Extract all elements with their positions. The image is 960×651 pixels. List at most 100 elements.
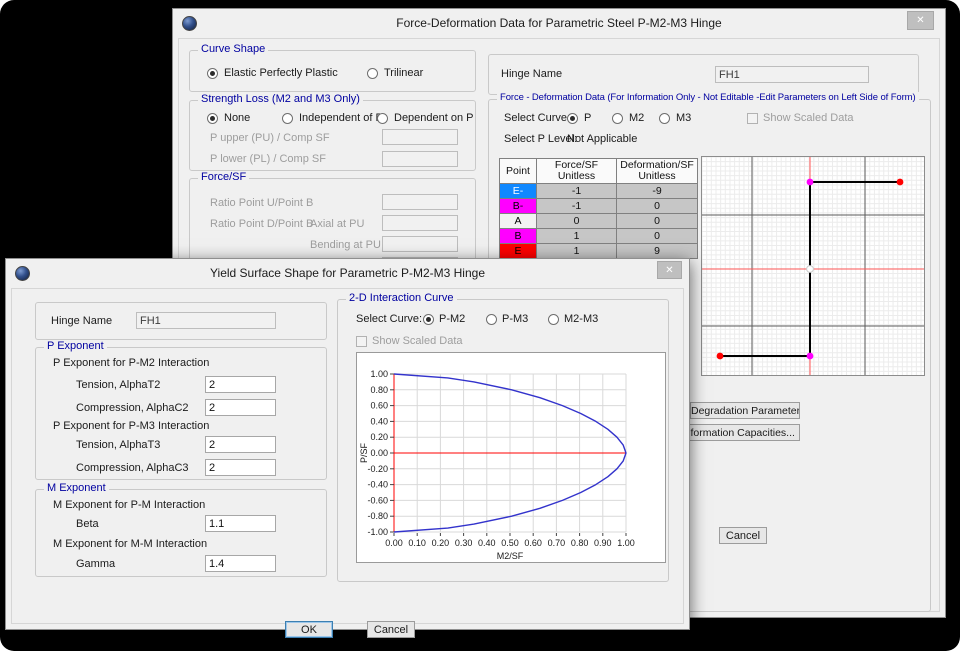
compression-alphac2-label: Compression, AlphaC2 <box>76 402 189 414</box>
tension-alphat2-field[interactable] <box>205 376 276 393</box>
curve-shape-group: Curve Shape Elastic Perfectly Plastic Tr… <box>189 50 476 92</box>
deformation-capacities-button[interactable]: Deformation Capacities... <box>672 424 800 441</box>
table-row: B 1 0 <box>500 229 698 244</box>
interaction-curve-legend: 2-D Interaction Curve <box>346 292 457 304</box>
tension-alphat3-field[interactable] <box>205 436 276 453</box>
svg-text:0.20: 0.20 <box>432 538 450 548</box>
gamma-label: Gamma <box>76 558 115 570</box>
select-p-level-value: Not Applicable <box>567 133 637 145</box>
show-scaled-data-checkbox[interactable] <box>747 113 758 124</box>
svg-text:0.70: 0.70 <box>548 538 566 548</box>
select-curve-label: Select Curve: <box>504 112 570 124</box>
degradation-parameters-button[interactable]: Degradation Parameters... <box>690 402 800 419</box>
force-deformation-table: Point Force/SF Unitless Deformation/SF U… <box>499 158 698 259</box>
svg-text:0.00: 0.00 <box>385 538 403 548</box>
interaction-chart: 0.000.100.200.300.400.500.600.700.800.90… <box>356 352 666 563</box>
force-deformation-curve-svg <box>702 157 924 375</box>
hinge-name-label: Hinge Name <box>51 315 112 327</box>
svg-text:1.00: 1.00 <box>370 369 388 379</box>
svg-text:0.30: 0.30 <box>455 538 473 548</box>
point-cell[interactable]: B- <box>500 199 537 214</box>
col-force: Force/SF Unitless <box>537 159 617 184</box>
dialog-body: Hinge Name P Exponent P Exponent for P-M… <box>11 288 684 624</box>
show-scaled-data-checkbox[interactable] <box>356 336 367 347</box>
radio-m2m3[interactable] <box>548 314 559 325</box>
table-row: B- -1 0 <box>500 199 698 214</box>
svg-text:0.90: 0.90 <box>594 538 612 548</box>
svg-text:0.50: 0.50 <box>501 538 519 548</box>
ok-button[interactable]: OK <box>285 621 333 638</box>
hinge-name-field[interactable] <box>715 66 869 83</box>
table-header-row: Point Force/SF Unitless Deformation/SF U… <box>500 159 698 184</box>
yield-surface-dialog: Yield Surface Shape for Parametric P-M2-… <box>5 258 690 630</box>
radio-curve-m3[interactable] <box>659 113 670 124</box>
table-row: E 1 9 <box>500 244 698 259</box>
gamma-field[interactable] <box>205 555 276 572</box>
interaction-curve-svg: 0.000.100.200.300.400.500.600.700.800.90… <box>357 353 667 564</box>
title-bar[interactable]: Force-Deformation Data for Parametric St… <box>173 9 945 38</box>
svg-text:-0.40: -0.40 <box>367 480 388 490</box>
radio-label-none: None <box>224 112 250 124</box>
p-lower-label: P lower (PL) / Comp SF <box>210 153 326 165</box>
radio-none[interactable] <box>207 113 218 124</box>
p-upper-field[interactable] <box>382 129 458 145</box>
svg-text:0.00: 0.00 <box>370 448 388 458</box>
radio-label-epp: Elastic Perfectly Plastic <box>224 67 338 79</box>
radio-label-m2: M2 <box>629 112 644 124</box>
point-cell[interactable]: A <box>500 214 537 229</box>
svg-text:0.80: 0.80 <box>370 385 388 395</box>
radio-elastic-perfectly-plastic[interactable] <box>207 68 218 79</box>
bending-at-pu-field[interactable] <box>382 236 458 252</box>
table-row: E- -1 -9 <box>500 184 698 199</box>
radio-label-dependent: Dependent on P <box>394 112 474 124</box>
title-bar[interactable]: Yield Surface Shape for Parametric P-M2-… <box>6 259 689 288</box>
close-icon[interactable]: ✕ <box>907 11 934 30</box>
svg-text:1.00: 1.00 <box>617 538 635 548</box>
svg-text:-1.00: -1.00 <box>367 527 388 537</box>
force-deformation-plot <box>701 156 925 376</box>
strength-loss-legend: Strength Loss (M2 and M3 Only) <box>198 93 363 105</box>
radio-pm2[interactable] <box>423 314 434 325</box>
svg-text:0.20: 0.20 <box>370 432 388 442</box>
radio-label-trilinear: Trilinear <box>384 67 423 79</box>
radio-label-m2m3: M2-M3 <box>564 313 598 325</box>
m-exponent-legend: M Exponent <box>44 482 109 494</box>
close-icon[interactable]: ✕ <box>657 261 682 279</box>
radio-curve-m2[interactable] <box>612 113 623 124</box>
table-row: A 0 0 <box>500 214 698 229</box>
svg-text:0.60: 0.60 <box>370 401 388 411</box>
radio-curve-p[interactable] <box>567 113 578 124</box>
m-exponent-group: M Exponent M Exponent for P-M Interactio… <box>35 489 327 577</box>
beta-field[interactable] <box>205 515 276 532</box>
compression-alphac3-label: Compression, AlphaC3 <box>76 462 189 474</box>
compression-alphac2-field[interactable] <box>205 399 276 416</box>
radio-label-pm2: P-M2 <box>439 313 465 325</box>
p-lower-field[interactable] <box>382 151 458 167</box>
beta-label: Beta <box>76 518 99 530</box>
radio-label-m3: M3 <box>676 112 691 124</box>
fd-data-legend: Force - Deformation Data (For Informatio… <box>497 92 919 103</box>
cancel-button[interactable]: Cancel <box>367 621 415 638</box>
radio-independent-of-p[interactable] <box>282 113 293 124</box>
ratio-u-label: Ratio Point U/Point B <box>210 197 313 209</box>
p-upper-label: P upper (PU) / Comp SF <box>210 132 330 144</box>
radio-trilinear[interactable] <box>367 68 378 79</box>
ratio-u-field[interactable] <box>382 194 458 210</box>
svg-text:0.10: 0.10 <box>408 538 426 548</box>
radio-dependent-on-p[interactable] <box>377 113 388 124</box>
hinge-name-field[interactable] <box>136 312 276 329</box>
compression-alphac3-field[interactable] <box>205 459 276 476</box>
point-cell[interactable]: E- <box>500 184 537 199</box>
axial-at-pu-field[interactable] <box>382 215 458 231</box>
dialog-title: Force-Deformation Data for Parametric St… <box>173 16 945 30</box>
screen: Force-Deformation Data for Parametric St… <box>0 0 960 651</box>
bending-at-pu-label: Bending at PU <box>310 239 381 251</box>
point-cell[interactable]: E <box>500 244 537 259</box>
cancel-button-back[interactable]: Cancel <box>719 527 767 544</box>
point-cell[interactable]: B <box>500 229 537 244</box>
radio-pm3[interactable] <box>486 314 497 325</box>
svg-text:-0.20: -0.20 <box>367 464 388 474</box>
p-exponent-legend: P Exponent <box>44 340 107 352</box>
svg-text:0.60: 0.60 <box>524 538 542 548</box>
radio-label-pm3: P-M3 <box>502 313 528 325</box>
